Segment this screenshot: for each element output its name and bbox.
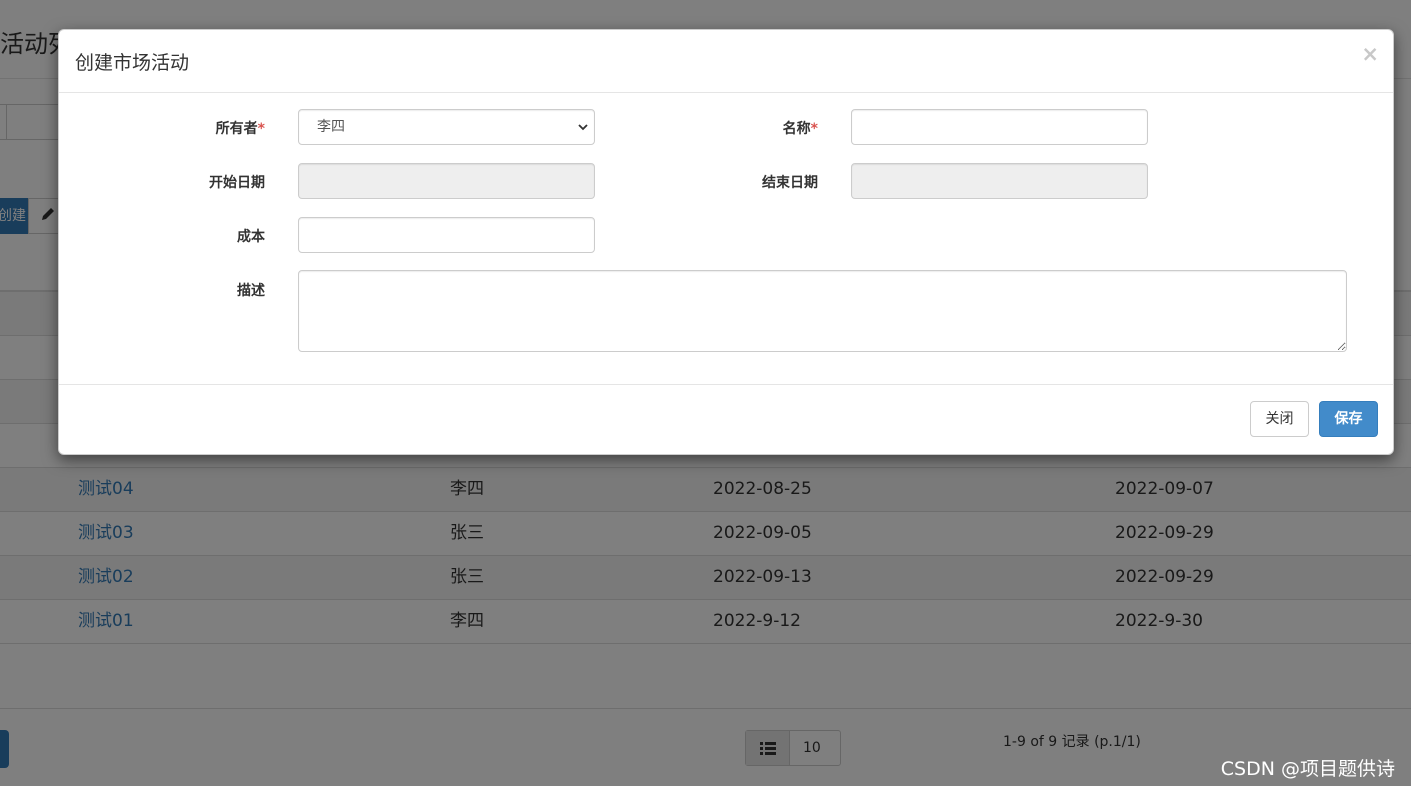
cost-input[interactable] — [298, 217, 595, 253]
name-label-text: 名称 — [782, 121, 811, 137]
save-button[interactable]: 保存 — [1319, 401, 1378, 437]
modal-footer-divider — [59, 384, 1393, 385]
description-textarea[interactable] — [298, 270, 1347, 352]
start-date-label: 开始日期 — [209, 175, 265, 191]
create-activity-modal: 创建市场活动 × 所有者* 李四 名称* 开始日期 结束日期 成本 描述 关闭 … — [58, 29, 1394, 455]
end-date-input[interactable] — [851, 163, 1148, 199]
cost-label: 成本 — [237, 229, 265, 245]
description-label: 描述 — [237, 283, 265, 299]
required-mark: * — [257, 121, 265, 137]
start-date-input[interactable] — [298, 163, 595, 199]
name-label: 名称* — [698, 118, 818, 138]
required-mark: * — [810, 121, 818, 137]
close-icon[interactable]: × — [1361, 42, 1379, 66]
owner-select[interactable]: 李四 — [298, 109, 595, 145]
name-input[interactable] — [851, 109, 1148, 145]
end-date-label: 结束日期 — [762, 175, 818, 191]
modal-title: 创建市场活动 — [75, 52, 190, 74]
chevron-down-icon — [578, 124, 588, 131]
owner-select-value: 李四 — [317, 119, 345, 135]
owner-label-text: 所有者 — [215, 121, 258, 137]
watermark: CSDN @项目题供诗 — [1220, 758, 1395, 780]
close-button[interactable]: 关闭 — [1250, 401, 1309, 437]
owner-label: 所有者* — [145, 118, 265, 138]
modal-header: 创建市场活动 × — [59, 30, 1393, 93]
